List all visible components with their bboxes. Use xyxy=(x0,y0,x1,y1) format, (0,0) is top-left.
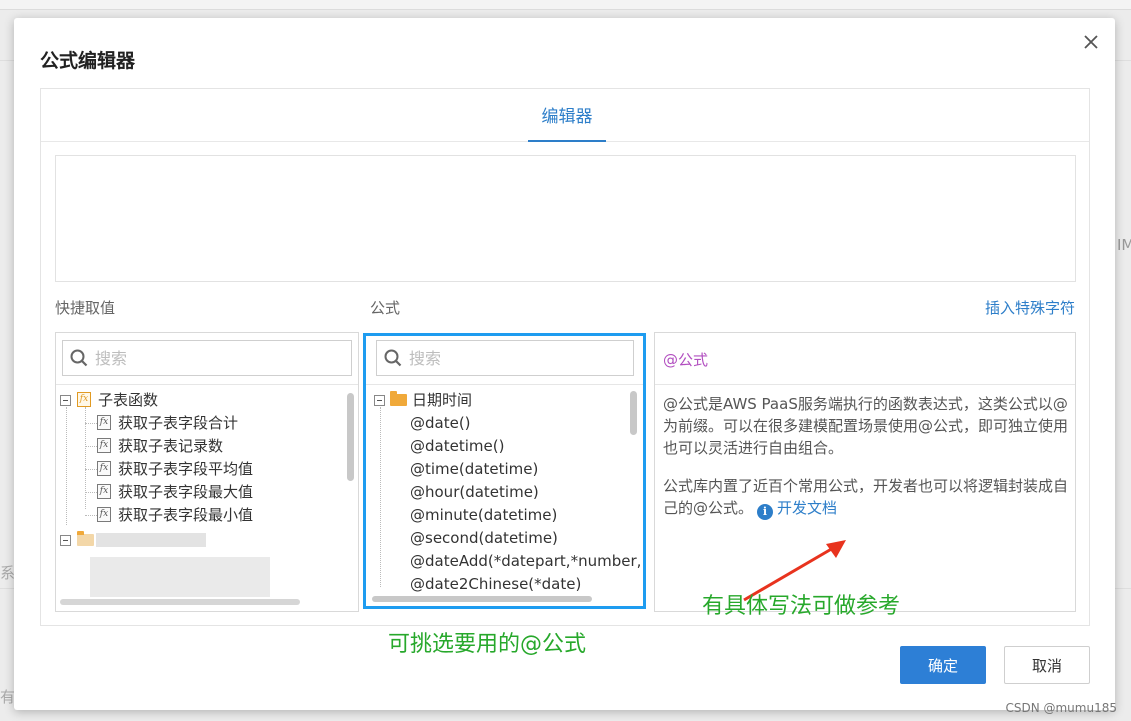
function-icon: fx xyxy=(97,438,111,453)
background-text: 有 xyxy=(0,688,16,706)
tree-guide xyxy=(380,407,381,587)
tree-item-label: 获取子表字段合计 xyxy=(118,414,239,432)
formula-search-input[interactable] xyxy=(409,345,609,371)
formula-item-label: @minute(datetime) xyxy=(410,506,558,524)
redacted-text xyxy=(90,557,270,597)
description-body: @公式是AWS PaaS服务端执行的函数表达式，这类公式以@为前缀。可以在很多建… xyxy=(663,393,1073,536)
horizontal-scrollbar[interactable] xyxy=(60,599,300,605)
quick-values-label: 快捷取值 xyxy=(55,299,116,317)
cancel-button[interactable]: 取消 xyxy=(1004,646,1090,684)
description-paragraph: @公式是AWS PaaS服务端执行的函数表达式，这类公式以@为前缀。可以在很多建… xyxy=(663,395,1069,457)
formula-description-panel: @公式 @公式是AWS PaaS服务端执行的函数表达式，这类公式以@为前缀。可以… xyxy=(654,332,1076,612)
search-icon xyxy=(70,349,88,367)
divider xyxy=(655,384,1075,385)
tab-editor[interactable]: 编辑器 xyxy=(528,89,606,142)
annotation-formula-hint: 可挑选要用的@公式 xyxy=(388,632,587,657)
formula-label: 公式 xyxy=(370,299,401,317)
formula-item-label: @datetime() xyxy=(410,437,505,455)
formula-item-label: @date2Chinese(*date) xyxy=(410,575,582,593)
description-title: @公式 xyxy=(663,351,709,369)
horizontal-scrollbar[interactable] xyxy=(372,596,592,602)
vertical-scrollbar[interactable] xyxy=(630,391,637,435)
background-header xyxy=(0,0,1131,10)
formula-item[interactable]: @second(datetime) xyxy=(410,527,558,549)
divider xyxy=(366,384,643,385)
description-text: 公式库内置了近百个常用公式，开发者也可以将逻辑封装成自己的@公式。 xyxy=(663,477,1069,517)
close-icon[interactable] xyxy=(1081,32,1101,52)
tree-guide xyxy=(85,492,97,493)
insert-special-char-link[interactable]: 插入特殊字符 xyxy=(985,297,1075,318)
info-icon: i xyxy=(757,504,774,520)
formula-item[interactable]: @minute(datetime) xyxy=(410,504,557,526)
tree-guide xyxy=(85,469,97,470)
search-icon xyxy=(384,349,402,367)
vertical-scrollbar[interactable] xyxy=(347,393,354,481)
collapse-toggle-icon[interactable] xyxy=(60,535,71,546)
tree-item-label: 获取子表字段最大值 xyxy=(118,483,254,501)
function-icon: fx xyxy=(97,484,111,499)
dialog-title: 公式编辑器 xyxy=(40,50,136,72)
formula-search-box xyxy=(376,340,634,376)
tree-item-label: 获取子表字段平均值 xyxy=(118,460,254,478)
formula-item[interactable]: @time(datetime) xyxy=(410,458,538,480)
function-icon: fx xyxy=(97,415,111,430)
formula-list-panel: 日期时间 @date() @datetime() @time(datetime)… xyxy=(363,333,646,609)
dev-docs-link[interactable]: 开发文档 xyxy=(777,499,837,517)
redacted-text xyxy=(96,533,206,547)
formula-input[interactable] xyxy=(55,155,1076,282)
tree-guide xyxy=(85,423,97,424)
tree-group-label: 子表函数 xyxy=(98,391,159,409)
formula-item-label: @time(datetime) xyxy=(410,460,539,478)
tree-guide xyxy=(66,407,67,525)
folder-icon xyxy=(390,391,407,406)
tree-item-label: 获取子表记录数 xyxy=(118,437,224,455)
divider xyxy=(56,384,358,385)
formula-item[interactable]: @date2Chinese(*date) xyxy=(410,573,581,595)
collapse-toggle-icon[interactable] xyxy=(60,395,71,406)
collapse-toggle-icon[interactable] xyxy=(374,395,385,406)
annotation-doc-hint: 有具体写法可做参考 xyxy=(702,594,901,619)
formula-item-label: @date() xyxy=(410,414,471,432)
editor-panel: 编辑器 快捷取值 公式 插入特殊字符 fx 子表函数 xyxy=(40,88,1090,626)
description-paragraph: 公式库内置了近百个常用公式，开发者也可以将逻辑封装成自己的@公式。 i 开发文档 xyxy=(663,475,1073,520)
formula-item-label: @second(datetime) xyxy=(410,529,558,547)
tree-item-label: 获取子表字段最小值 xyxy=(118,506,254,524)
formula-item-label: @hour(datetime) xyxy=(410,483,539,501)
background-text: 系 xyxy=(0,564,16,582)
background-text: IM xyxy=(1117,236,1131,254)
formula-item[interactable]: @date() xyxy=(410,412,471,434)
watermark: CSDN @mumu185 xyxy=(1005,701,1117,715)
function-icon: fx xyxy=(77,392,91,407)
quick-search-input[interactable] xyxy=(95,345,295,371)
folder-icon xyxy=(77,531,94,546)
formula-item[interactable]: @dateAdd(*datepart,*number, xyxy=(410,550,641,572)
function-icon: fx xyxy=(97,507,111,522)
tree-guide xyxy=(85,515,97,516)
tab-bar: 编辑器 xyxy=(41,89,1089,142)
ok-button[interactable]: 确定 xyxy=(900,646,986,684)
formula-item[interactable]: @datetime() xyxy=(410,435,504,457)
quick-search-box xyxy=(62,340,352,376)
formula-editor-dialog: 公式编辑器 编辑器 快捷取值 公式 插入特殊字符 搜索 fx 子表函数 fx 获… xyxy=(14,18,1115,710)
formula-item-label: @dateAdd(*datepart,*number, xyxy=(410,552,642,570)
tree-group-label: 日期时间 xyxy=(412,391,473,409)
quick-values-panel: fx 子表函数 fx 获取子表字段合计 fx 获取子表记录数 fx 获取子表字段… xyxy=(55,332,359,612)
function-icon: fx xyxy=(97,461,111,476)
tree-guide xyxy=(85,446,97,447)
formula-item[interactable]: @hour(datetime) xyxy=(410,481,539,503)
